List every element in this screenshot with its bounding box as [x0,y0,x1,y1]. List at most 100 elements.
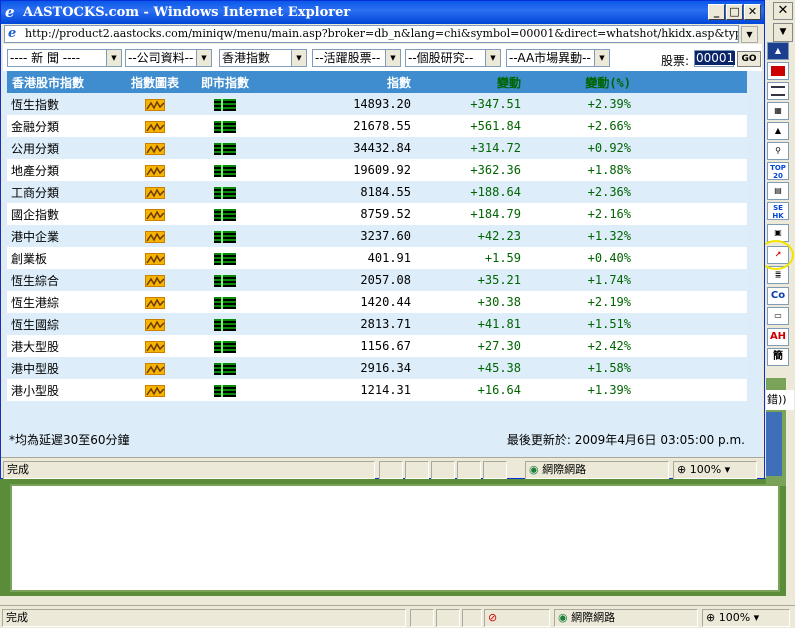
chevron-down-icon: ▼ [594,50,609,66]
chart-icon[interactable] [145,186,165,199]
index-name[interactable]: 創業板 [7,247,120,269]
index-change-pct: +1.32% [525,225,635,247]
index-table: 香港股市指數 指數圖表 即市指數 指數 變動 變動(%) 恆生指數 14893.2… [7,71,747,401]
chart-image-icon[interactable]: ▲ [767,122,789,140]
index-name[interactable]: 港大型股 [7,335,120,357]
chart-icon[interactable] [145,318,165,331]
index-name[interactable]: 公用分類 [7,137,120,159]
parent-zoom[interactable]: ⊕ 100% ▾ [702,609,790,627]
address-dropdown-button[interactable]: ▼ [741,26,758,43]
index-name[interactable]: 地產分類 [7,159,120,181]
chart-icon[interactable] [145,120,165,133]
folder-icon[interactable]: ▭ [767,307,789,325]
chart-icon[interactable] [145,142,165,155]
realtime-quote-icon[interactable] [214,274,236,287]
realtime-quote-icon[interactable] [214,252,236,265]
sehk-icon[interactable]: SE HK [767,202,789,220]
index-name[interactable]: 港中型股 [7,357,120,379]
chart-icon[interactable] [145,164,165,177]
chart-icon[interactable] [145,208,165,221]
index-value: 21678.55 [260,115,415,137]
address-field[interactable]: e http://product2.aastocks.com/miniqw/me… [4,25,739,43]
realtime-quote-icon[interactable] [214,186,236,199]
top20-icon[interactable]: TOP 20 [767,162,789,180]
ie-logo-icon: e [5,3,15,21]
realtime-quote-icon[interactable] [214,142,236,155]
maximize-button[interactable]: □ [726,4,743,20]
chart-icon[interactable] [145,362,165,375]
realtime-quote-icon[interactable] [214,208,236,221]
index-change: +347.51 [415,93,525,115]
realtime-cell [190,137,260,159]
index-name[interactable]: 港中企業 [7,225,120,247]
go-button[interactable]: GO [737,51,761,67]
blocked-icon[interactable]: ⊘ [484,609,550,627]
index-change-pct: +2.39% [525,93,635,115]
stock-code-input[interactable]: 00001 [694,50,736,67]
column-header: 指數圖表 [120,71,190,93]
co-icon[interactable]: Co [767,287,789,305]
stock-research-select-value: --個股研究-- [408,51,474,65]
index-name[interactable]: 金融分類 [7,115,120,137]
chart-icon[interactable] [145,252,165,265]
chart-icon[interactable] [145,340,165,353]
realtime-quote-icon[interactable] [214,98,236,111]
index-name[interactable]: 工商分類 [7,181,120,203]
market-movers-select[interactable]: --AA市場異動-- ▼ [506,49,610,67]
row-spacer [635,357,747,379]
news-list-icon[interactable] [767,82,789,100]
index-name[interactable]: 國企指數 [7,203,120,225]
chart-icon[interactable] [145,296,165,309]
index-change-pct: +1.74% [525,269,635,291]
realtime-quote-icon[interactable] [214,230,236,243]
chevron-down-icon: ▼ [106,50,121,66]
realtime-quote-icon[interactable] [214,296,236,309]
row-spacer [635,181,747,203]
realtime-quote-icon[interactable] [214,384,236,397]
parent-close-button[interactable]: ✕ [773,2,793,20]
aastocks-logo-icon[interactable]: ▲ [767,42,789,60]
realtime-cell [190,115,260,137]
parent-zone-label: 網際網路 [571,611,616,624]
parent-address-dropdown-button[interactable]: ▼ [773,23,793,42]
hk-index-select[interactable]: 香港指數 ▼ [219,49,307,67]
quote-icon[interactable]: ▤ [767,182,789,200]
realtime-quote-icon[interactable] [214,318,236,331]
chart-icon[interactable] [145,98,165,111]
realtime-quote-icon[interactable] [214,164,236,177]
ah-icon[interactable]: AH [767,328,789,346]
news-select[interactable]: ---- 新 聞 ---- ▼ [7,49,122,67]
index-change-pct: +2.36% [525,181,635,203]
chart-icon[interactable] [145,230,165,243]
row-spacer [635,159,747,181]
column-header: 香港股市指數 [7,71,120,93]
index-name[interactable]: 恆生綜合 [7,269,120,291]
chart-icon[interactable] [145,384,165,397]
close-button[interactable]: ✕ [744,4,761,20]
zoom-control[interactable]: ⊕ 100% ▾ [673,461,757,479]
status-text: 完成 [3,461,375,479]
search-icon[interactable]: ⚲ [767,142,789,160]
active-stocks-select-value: --活躍股票-- [315,51,381,65]
minimize-button[interactable]: _ [708,4,725,20]
realtime-cell [190,203,260,225]
realtime-quote-icon[interactable] [214,340,236,353]
stock-research-select[interactable]: --個股研究-- ▼ [405,49,501,67]
index-name[interactable]: 恆生指數 [7,93,120,115]
chevron-down-icon: ▼ [385,50,400,66]
realtime-quote-icon[interactable] [214,362,236,375]
active-stocks-select[interactable]: --活躍股票-- ▼ [312,49,401,67]
flag-icon[interactable] [767,62,789,80]
company-info-select[interactable]: --公司資料-- ▼ [125,49,212,67]
chevron-down-icon: ▼ [196,50,211,66]
chart-icon[interactable] [145,274,165,287]
title-bar[interactable]: e AASTOCKS.com - Windows Internet Explor… [1,1,764,24]
realtime-quote-icon[interactable] [214,120,236,133]
status-bar: 完成 ◉ 網際網路 ⊕ 100% ▾ [1,457,764,479]
simplified-icon[interactable]: 簡 [767,348,789,366]
index-name[interactable]: 恆生國綜 [7,313,120,335]
index-chart-cell [120,181,190,203]
index-name[interactable]: 港小型股 [7,379,120,401]
index-name[interactable]: 恆生港綜 [7,291,120,313]
grid-icon[interactable]: ▦ [767,102,789,120]
